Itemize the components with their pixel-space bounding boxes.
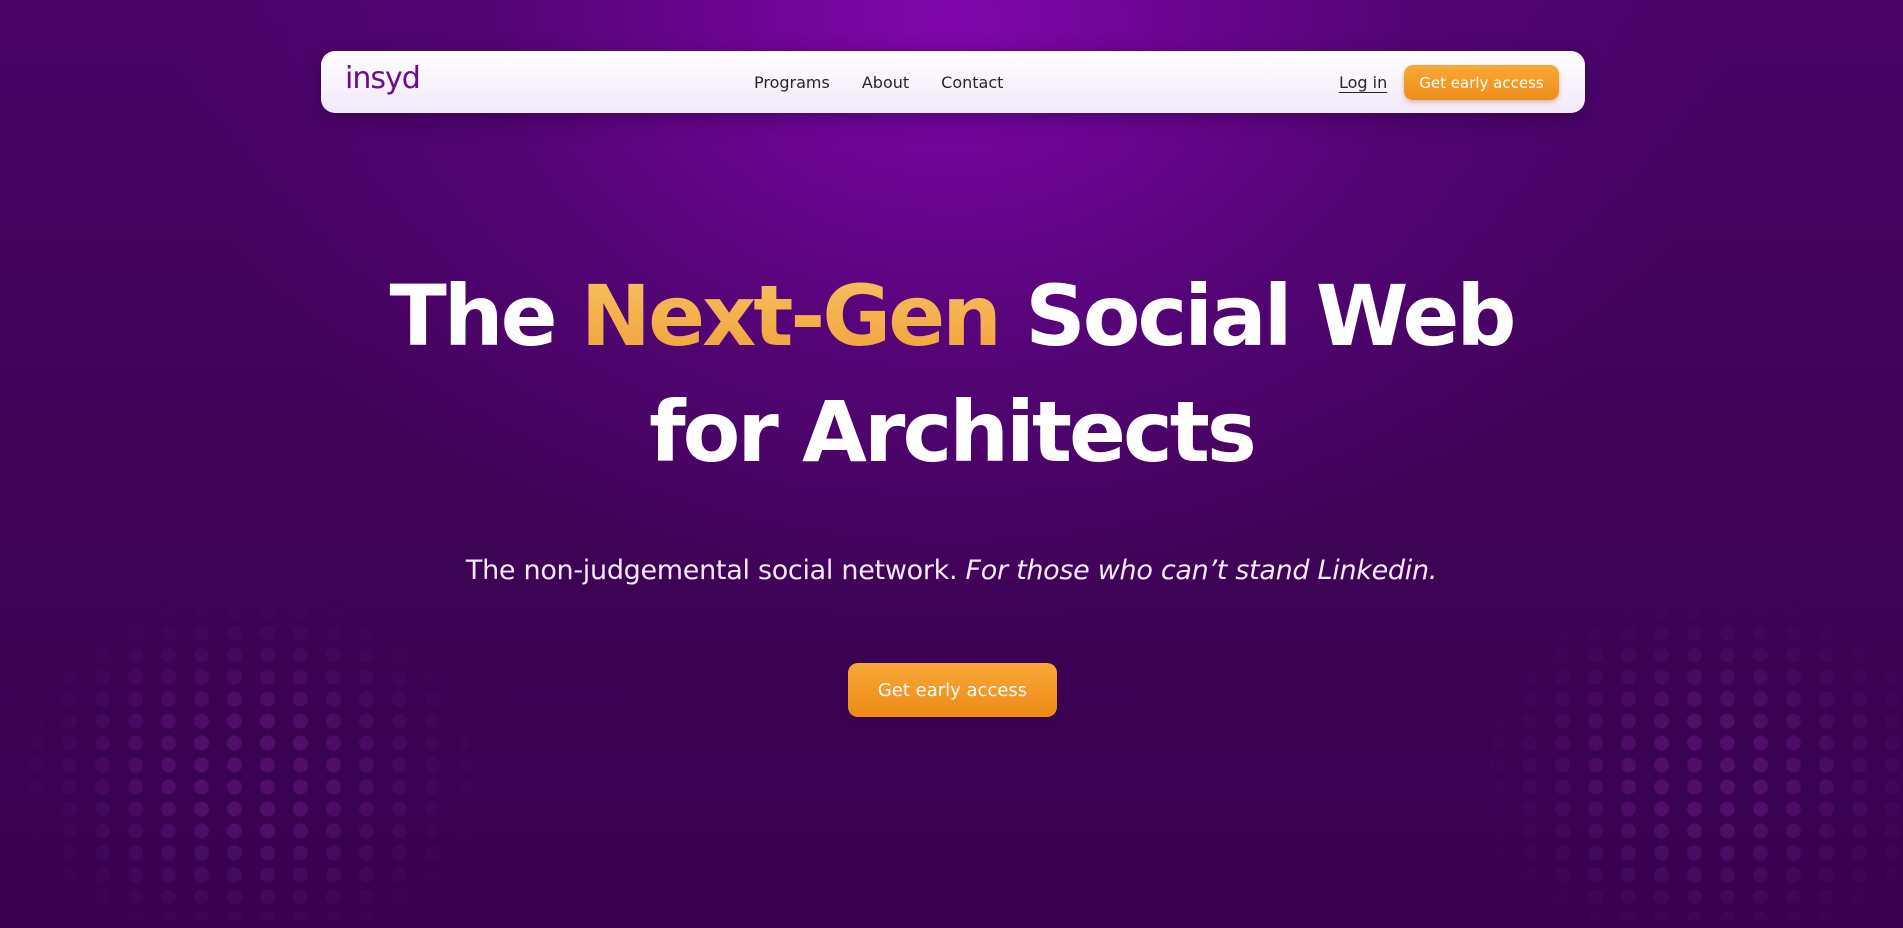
nav-link-programs[interactable]: Programs <box>754 73 830 92</box>
decorative-pattern-right <box>1480 600 1903 920</box>
top-navbar: insyd Programs About Contact Log in Get … <box>321 51 1585 113</box>
main-nav: Programs About Contact <box>754 51 1003 113</box>
insyd-logo[interactable]: insyd <box>345 59 421 99</box>
headline-text-end: Social Web <box>999 267 1516 365</box>
headline-highlight: Next-Gen <box>580 267 1002 365</box>
nav-get-early-access-button[interactable]: Get early access <box>1404 65 1559 100</box>
hero-headline: The Next-Gen Social Web for Architects <box>0 258 1903 490</box>
login-link[interactable]: Log in <box>1339 51 1387 113</box>
hero-section: The Next-Gen Social Web for Architects <box>0 258 1903 490</box>
nav-link-about[interactable]: About <box>862 73 909 92</box>
hero-subtitle: The non-judgemental social network. For … <box>0 555 1903 586</box>
headline-text-start: The <box>389 267 581 365</box>
subtitle-regular: The non-judgemental social network. <box>465 555 966 586</box>
hero-get-early-access-button[interactable]: Get early access <box>848 663 1057 717</box>
subtitle-italic: For those who can’t stand Linkedin. <box>965 555 1438 586</box>
headline-line-two: for Architects <box>649 383 1257 481</box>
nav-link-contact[interactable]: Contact <box>941 73 1003 92</box>
decorative-pattern-left <box>20 600 480 920</box>
